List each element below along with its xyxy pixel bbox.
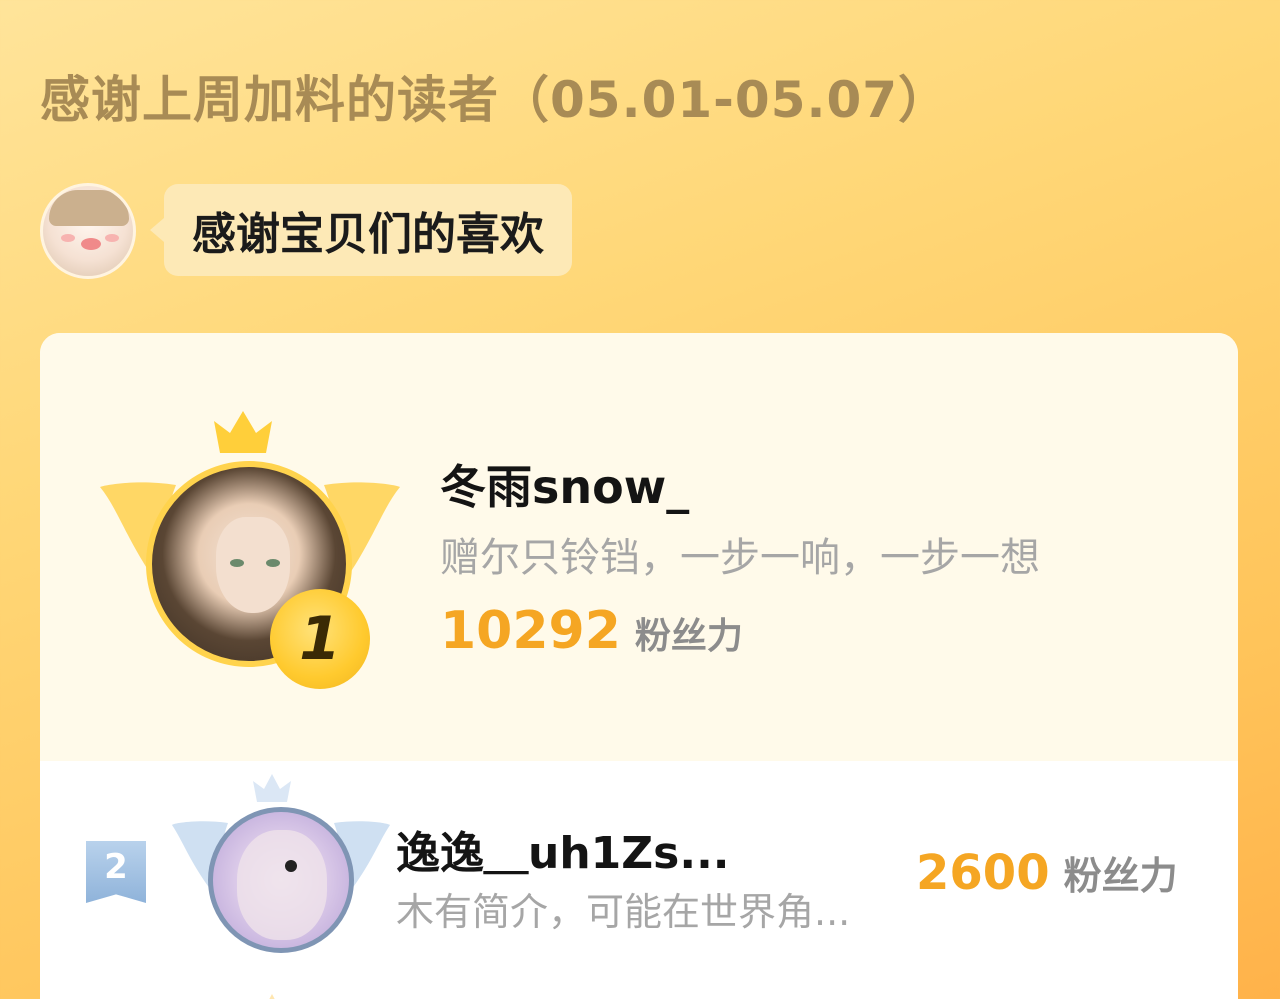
fan-power: 10292 粉丝力 xyxy=(440,601,743,661)
rank-number: 2 xyxy=(104,847,128,887)
greeting-avatar xyxy=(40,183,136,279)
fan-power-value: 2600 xyxy=(916,845,1050,901)
rank-number: 1 xyxy=(299,604,341,674)
leaderboard-row-1[interactable]: 1 冬雨snow_ 赠尔只铃铛，一步一响，一步一想 10292 粉丝力 xyxy=(40,333,1238,761)
rank-medal: 1 xyxy=(270,589,370,689)
rank-ribbon: 2 xyxy=(86,841,146,903)
user-avatar[interactable] xyxy=(208,807,354,953)
crown-icon xyxy=(214,411,272,453)
fan-power-value: 10292 xyxy=(440,601,621,661)
crown-icon xyxy=(269,994,275,999)
leaderboard-card: 1 冬雨snow_ 赠尔只铃铛，一步一响，一步一想 10292 粉丝力 2 逸逸… xyxy=(40,333,1238,999)
page-title: 感谢上周加料的读者（05.01-05.07） xyxy=(40,71,950,129)
fan-power-unit: 粉丝力 xyxy=(634,616,743,657)
leaderboard-row-2[interactable]: 2 逸逸＿uh1Zs... 木有简介，可能在世界角... 2600 粉丝力 xyxy=(40,761,1238,999)
crown-icon xyxy=(253,774,291,802)
fan-power: 2600 粉丝力 xyxy=(916,845,1178,901)
greeting-bubble: 感谢宝贝们的喜欢 xyxy=(150,184,572,276)
user-signature: 赠尔只铃铛，一步一响，一步一想 xyxy=(440,535,1040,581)
fan-power-unit: 粉丝力 xyxy=(1063,854,1178,898)
user-name[interactable]: 逸逸＿uh1Zs... xyxy=(396,817,730,881)
user-signature: 木有简介，可能在世界角... xyxy=(396,890,851,934)
greeting-message: 感谢宝贝们的喜欢 xyxy=(192,209,544,260)
user-name[interactable]: 冬雨snow_ xyxy=(440,451,689,517)
